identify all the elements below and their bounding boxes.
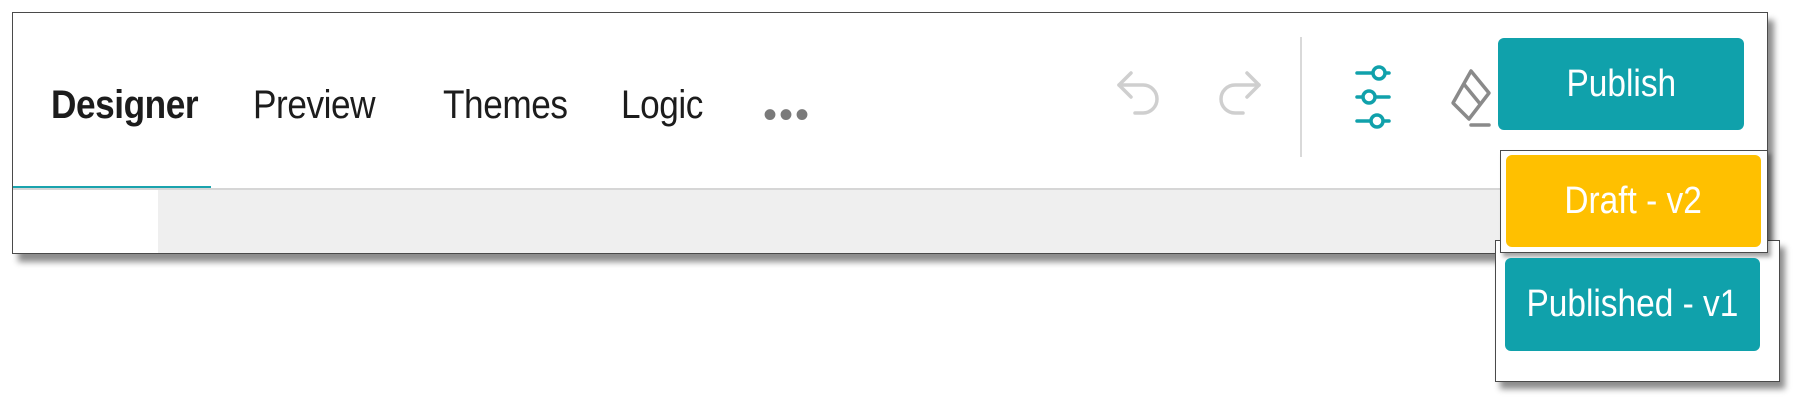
- toolbar-divider: [1300, 37, 1302, 157]
- draft-version-label: Draft - v2: [1564, 179, 1703, 222]
- eraser-clear-icon[interactable]: [1445, 63, 1497, 138]
- redo-icon[interactable]: [1213, 65, 1265, 130]
- sliders-settings-icon[interactable]: [1349, 61, 1397, 140]
- tab-logic[interactable]: Logic: [621, 83, 703, 128]
- tab-designer[interactable]: Designer: [51, 83, 199, 128]
- draft-version-button[interactable]: Draft - v2: [1506, 155, 1761, 247]
- published-version-button[interactable]: Published - v1: [1505, 258, 1760, 351]
- tab-themes[interactable]: Themes: [443, 83, 568, 128]
- published-version-label: Published - v1: [1526, 283, 1739, 325]
- undo-icon[interactable]: [1113, 65, 1165, 130]
- more-tabs-button[interactable]: •••: [763, 93, 811, 138]
- tab-preview[interactable]: Preview: [253, 83, 376, 128]
- publish-button-label: Publish: [1566, 62, 1676, 105]
- publish-button[interactable]: Publish: [1498, 38, 1744, 130]
